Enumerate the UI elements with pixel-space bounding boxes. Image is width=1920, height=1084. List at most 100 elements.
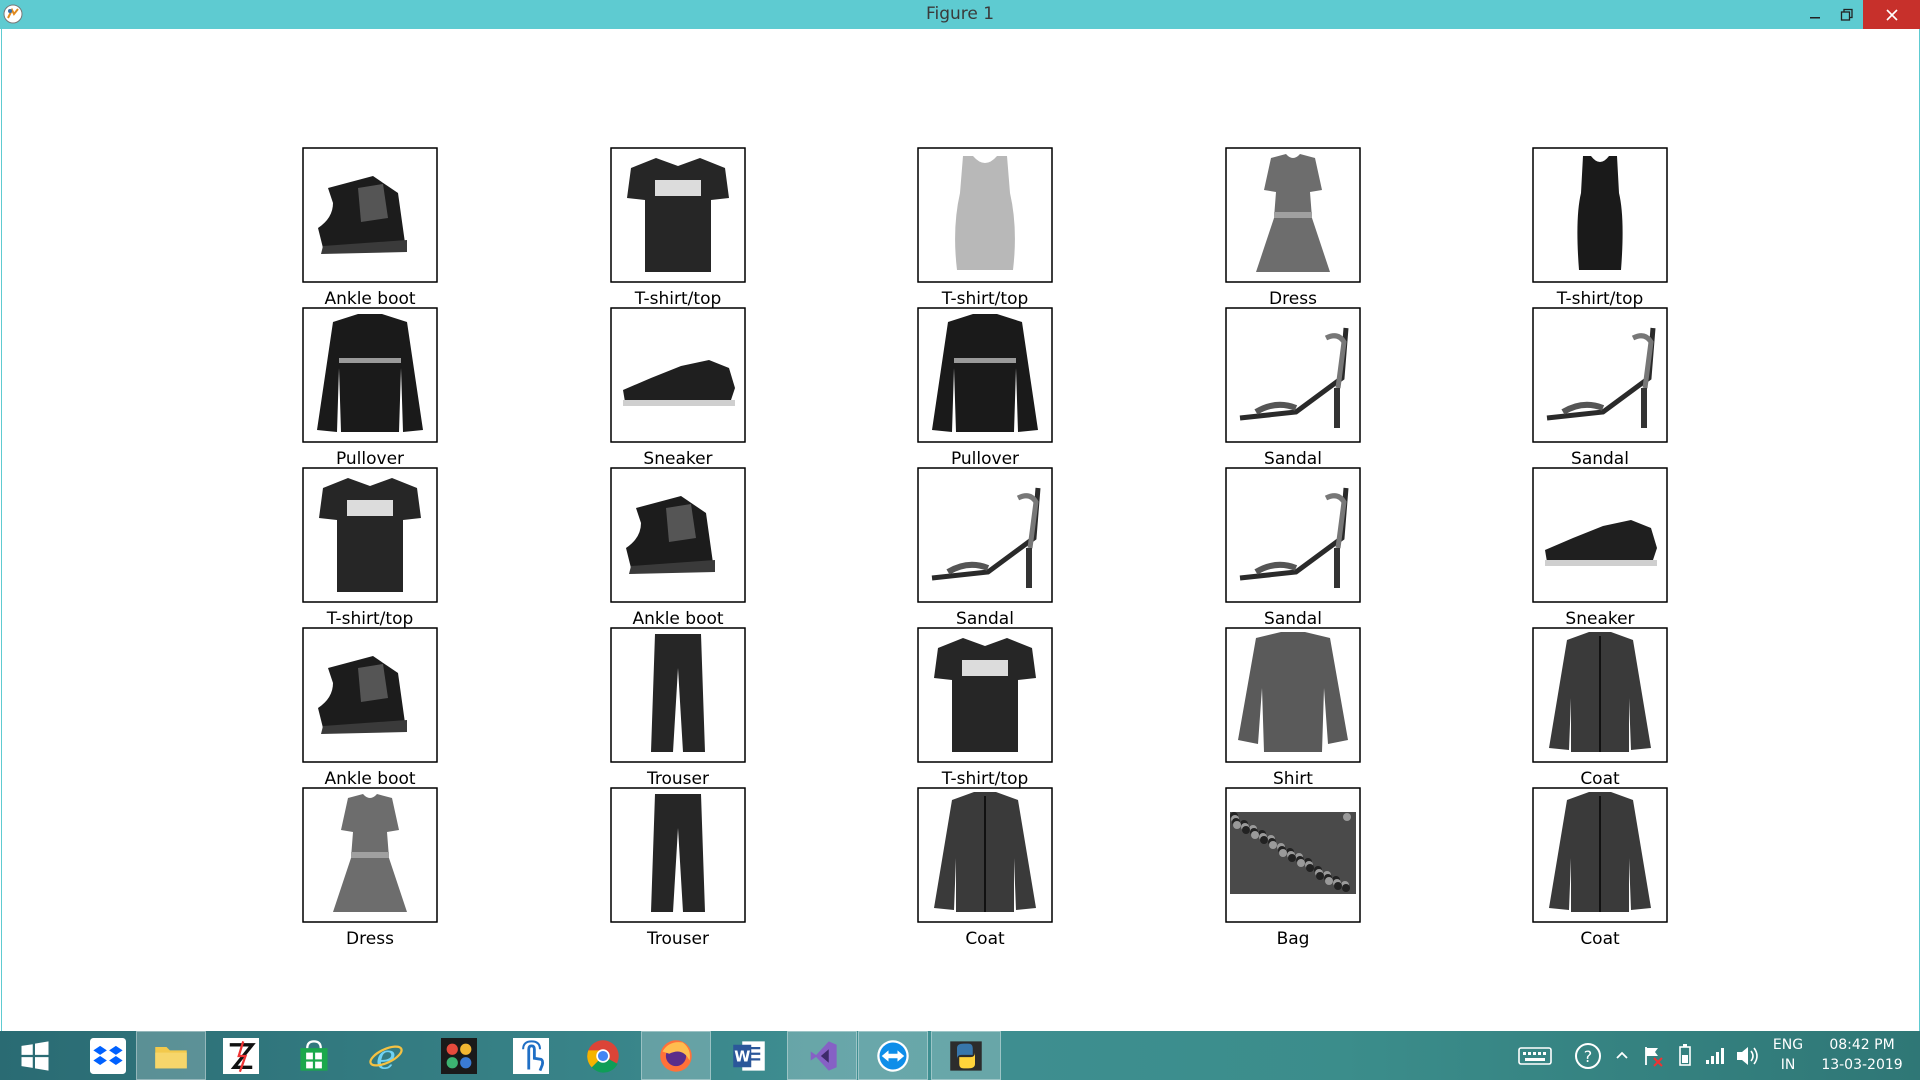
dress-image <box>1225 147 1361 283</box>
shirt-image <box>1225 627 1361 763</box>
image-label: Dress <box>346 929 394 949</box>
word-icon: W <box>733 1040 765 1071</box>
image-label: Coat <box>1580 769 1620 789</box>
sneaker-image <box>1532 467 1668 603</box>
pullover-image-drawing <box>317 314 423 432</box>
firefox-icon <box>660 1039 692 1072</box>
bag-image <box>1225 787 1361 923</box>
python-icon <box>950 1040 982 1071</box>
action-center-flag-icon[interactable] <box>1640 1031 1666 1080</box>
window-controls <box>1799 0 1920 29</box>
sandal-image <box>917 467 1053 603</box>
image-label: Sandal <box>1264 609 1322 629</box>
taskbar-teamviewer[interactable] <box>858 1031 928 1080</box>
tank-top-dark-image <box>1532 147 1668 283</box>
svg-text:e: e <box>376 1038 396 1074</box>
battery-icon[interactable] <box>1672 1031 1698 1080</box>
taskbar-start-button[interactable] <box>0 1031 70 1080</box>
ie-icon: e <box>369 1038 403 1074</box>
dropbox-icon <box>90 1037 126 1074</box>
taskbar-photos-app[interactable] <box>424 1031 494 1080</box>
clock[interactable]: 08:42 PM 13-03-2019 <box>1812 1035 1912 1075</box>
taskbar-touch-app[interactable] <box>496 1031 566 1080</box>
tshirt-image <box>610 147 746 283</box>
windows-logo-icon <box>21 1040 49 1071</box>
keyboard-icon[interactable] <box>1515 1031 1555 1080</box>
sandal-image <box>1225 467 1361 603</box>
language-line2: IN <box>1780 1057 1796 1073</box>
coat-image <box>1532 627 1668 763</box>
image-label: Sandal <box>1264 449 1322 469</box>
image-label: Bag <box>1277 929 1310 949</box>
minimize-button[interactable] <box>1799 0 1831 29</box>
pullover-image <box>302 307 438 443</box>
image-label: T-shirt/top <box>941 289 1029 309</box>
taskbar: e W ? ENG IN 08:42 PM 13-03-2019 <box>0 1031 1920 1080</box>
figure-canvas: Ankle boot T-shirt/top T-shirt/top Dress T-s… <box>1 29 1920 1031</box>
python-app-icon <box>3 4 23 24</box>
ankle-boot-image <box>302 147 438 283</box>
pullover-image-drawing <box>932 314 1038 432</box>
photos-icon <box>441 1037 477 1074</box>
tshirt-image <box>302 467 438 603</box>
image-label: Sandal <box>956 609 1014 629</box>
taskbar-visual-studio[interactable] <box>787 1031 857 1080</box>
close-icon <box>1885 8 1898 21</box>
z-app-icon <box>223 1037 259 1074</box>
coat-image <box>1532 787 1668 923</box>
image-label: Pullover <box>336 449 404 469</box>
sneaker-image <box>610 307 746 443</box>
tank-top-dark-image-drawing <box>1577 156 1623 270</box>
image-label: Dress <box>1269 289 1317 309</box>
taskbar-store[interactable] <box>279 1031 349 1080</box>
image-label: Ankle boot <box>632 609 723 629</box>
taskbar-firefox[interactable] <box>641 1031 711 1080</box>
taskbar-internet-explorer[interactable]: e <box>351 1031 421 1080</box>
taskbar-app-z[interactable] <box>206 1031 276 1080</box>
image-label: Pullover <box>951 449 1019 469</box>
tshirt-image <box>917 627 1053 763</box>
taskbar-word[interactable]: W <box>714 1031 784 1080</box>
visual-studio-icon <box>810 1040 837 1071</box>
taskbar-dropbox[interactable] <box>73 1031 143 1080</box>
image-label: T-shirt/top <box>1556 289 1644 309</box>
language-indicator[interactable]: ENG IN <box>1764 1035 1812 1075</box>
trouser-image <box>610 627 746 763</box>
bag-image-drawing <box>1230 812 1356 894</box>
image-label: Sandal <box>1571 449 1629 469</box>
window-title: Figure 1 <box>925 4 995 24</box>
image-label: T-shirt/top <box>326 609 414 629</box>
chrome-icon <box>587 1039 619 1073</box>
show-hidden-icons-chevron-icon[interactable] <box>1612 1031 1632 1080</box>
taskbar-file-explorer[interactable] <box>136 1031 206 1080</box>
clock-time: 08:42 PM <box>1829 1037 1895 1053</box>
window-title-bar[interactable]: Figure 1 <box>0 0 1920 29</box>
image-label: Ankle boot <box>324 769 415 789</box>
image-label: Sneaker <box>643 449 712 469</box>
taskbar-python[interactable] <box>931 1031 1001 1080</box>
volume-icon[interactable] <box>1733 1031 1761 1080</box>
image-label: Coat <box>1580 929 1620 949</box>
tank-top-image-drawing <box>955 156 1015 270</box>
close-button[interactable] <box>1863 0 1920 29</box>
help-icon[interactable]: ? <box>1570 1031 1606 1080</box>
image-label: Trouser <box>646 929 709 949</box>
language-line1: ENG <box>1772 1037 1804 1053</box>
image-label: Trouser <box>646 769 709 789</box>
taskbar-chrome[interactable] <box>568 1031 638 1080</box>
dress-image <box>302 787 438 923</box>
touch-icon <box>513 1037 549 1074</box>
store-icon <box>300 1039 328 1071</box>
image-label: Ankle boot <box>324 289 415 309</box>
folder-icon <box>155 1046 187 1068</box>
clock-date: 13-03-2019 <box>1821 1057 1903 1073</box>
trouser-image <box>610 787 746 923</box>
image-label: Sneaker <box>1565 609 1634 629</box>
network-signal-icon[interactable] <box>1702 1031 1728 1080</box>
teamviewer-icon <box>877 1039 909 1072</box>
sandal-image <box>1532 307 1668 443</box>
ankle-boot-image <box>302 627 438 763</box>
restore-button[interactable] <box>1831 0 1863 29</box>
svg-text:W: W <box>734 1048 750 1065</box>
minimize-icon <box>1810 16 1820 18</box>
